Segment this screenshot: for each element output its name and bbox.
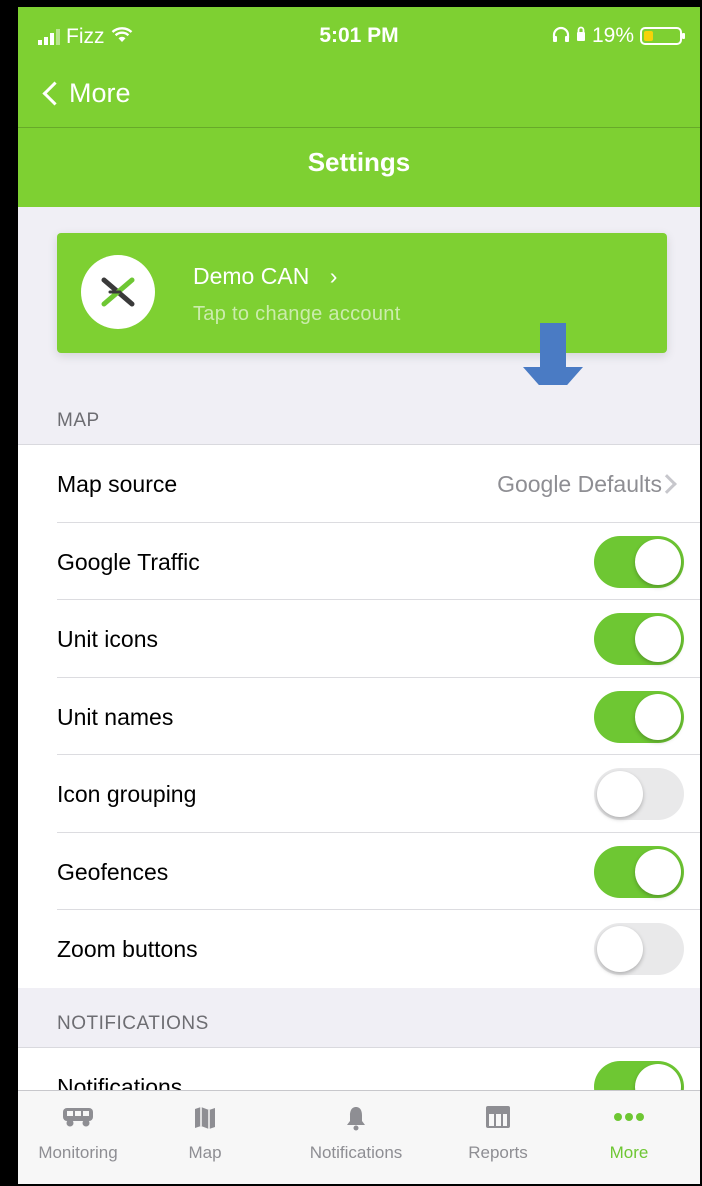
map-settings-list: Map source Google Defaults Google Traffi… bbox=[18, 445, 700, 988]
row-unit-icons: Unit icons bbox=[57, 600, 700, 678]
battery-percent: 19% bbox=[591, 24, 634, 47]
section-header-notifications: NOTIFICATIONS bbox=[18, 988, 700, 1048]
tab-label: Notifications bbox=[309, 1143, 403, 1162]
page-title: Settings bbox=[307, 147, 411, 177]
chevron-left-icon bbox=[42, 80, 67, 106]
nav-divider bbox=[18, 127, 700, 128]
tab-bar: Monitoring Map Notifications Reports Mor… bbox=[18, 1090, 700, 1184]
account-name: Demo CAN › bbox=[193, 263, 337, 290]
tab-monitoring[interactable]: Monitoring bbox=[18, 1091, 138, 1184]
status-bar: Fizz 5:01 PM 19% bbox=[18, 7, 700, 63]
tab-map[interactable]: Map bbox=[155, 1091, 255, 1184]
bell-icon bbox=[286, 1091, 426, 1141]
tab-more[interactable]: More bbox=[570, 1091, 688, 1184]
back-label: More bbox=[69, 77, 131, 108]
account-name-text: Demo CAN bbox=[193, 263, 310, 289]
tab-label: More bbox=[609, 1143, 649, 1162]
account-area: Demo CAN › Tap to change account bbox=[18, 207, 700, 401]
status-right: 19% bbox=[552, 24, 685, 48]
section-header-label: MAP bbox=[57, 410, 100, 431]
back-button[interactable]: More bbox=[40, 71, 131, 115]
map-icon bbox=[155, 1091, 255, 1141]
row-label: Google Traffic bbox=[57, 548, 200, 575]
row-zoom-buttons: Zoom buttons bbox=[57, 910, 700, 988]
row-google-traffic: Google Traffic bbox=[57, 523, 700, 600]
row-label: Icon grouping bbox=[57, 781, 197, 807]
header: Fizz 5:01 PM 19% More Settings bbox=[18, 7, 700, 207]
row-label: Geofences bbox=[57, 858, 169, 885]
van-icon bbox=[18, 1091, 138, 1141]
row-unit-names: Unit names bbox=[57, 678, 700, 755]
unit-icons-toggle[interactable] bbox=[594, 613, 684, 665]
geofences-toggle[interactable] bbox=[594, 845, 684, 898]
account-card[interactable]: Demo CAN › Tap to change account bbox=[57, 233, 667, 401]
google-traffic-toggle[interactable] bbox=[594, 535, 684, 588]
row-icon-grouping: Icon grouping bbox=[57, 755, 700, 833]
row-label: Zoom buttons bbox=[57, 936, 198, 962]
ellipsis-icon bbox=[570, 1091, 688, 1141]
row-geofences: Geofences bbox=[57, 833, 700, 910]
phone-screen: Fizz 5:01 PM 19% More Settings Demo CAN … bbox=[16, 5, 702, 1186]
row-map-source[interactable]: Map source Google Defaults bbox=[57, 445, 700, 523]
row-value: Google Defaults bbox=[497, 471, 662, 497]
account-subtitle: Tap to change account bbox=[193, 303, 401, 325]
section-header-label: NOTIFICATIONS bbox=[57, 1013, 209, 1034]
zoom-buttons-toggle[interactable] bbox=[594, 923, 684, 975]
tab-notifications[interactable]: Notifications bbox=[286, 1091, 426, 1184]
chevron-right-icon: › bbox=[329, 263, 338, 289]
section-header-map: MAP bbox=[18, 385, 700, 445]
tab-label: Monitoring bbox=[38, 1143, 118, 1162]
tab-label: Reports bbox=[468, 1143, 528, 1162]
icon-grouping-toggle[interactable] bbox=[594, 768, 684, 820]
table-icon bbox=[438, 1091, 558, 1141]
tab-reports[interactable]: Reports bbox=[438, 1091, 558, 1184]
row-label: Unit icons bbox=[57, 626, 158, 652]
battery-icon bbox=[640, 27, 685, 45]
account-logo bbox=[81, 255, 155, 329]
unit-names-toggle[interactable] bbox=[594, 690, 684, 743]
tab-label: Map bbox=[188, 1143, 222, 1162]
row-label: Unit names bbox=[57, 703, 174, 730]
headphones-icon bbox=[552, 24, 570, 48]
orientation-lock-icon bbox=[576, 24, 586, 48]
row-label: Map source bbox=[57, 471, 178, 497]
